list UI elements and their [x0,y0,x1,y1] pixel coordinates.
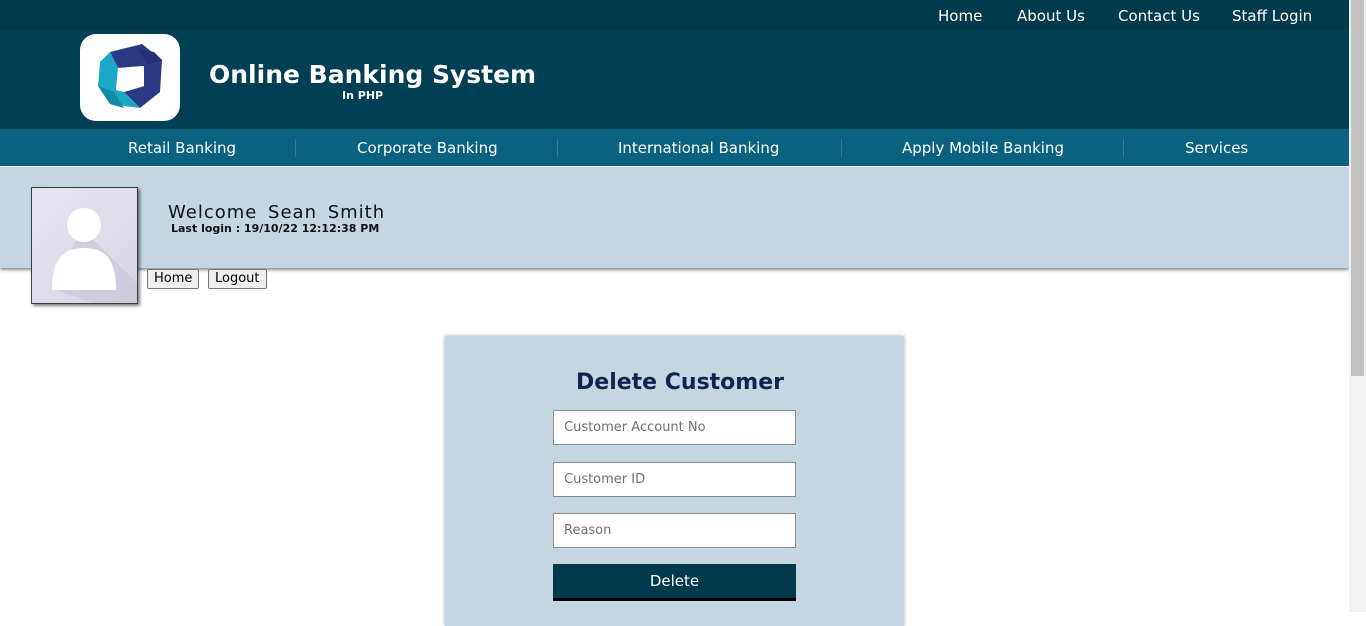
user-avatar-icon [31,187,138,304]
top-nav-about-link[interactable]: About Us [1017,7,1085,25]
site-title: Online Banking System [209,60,537,89]
nav-item-retail-banking[interactable]: Retail Banking [128,139,236,157]
nav-divider [1123,139,1124,157]
customer-account-no-input[interactable] [553,410,796,445]
main-navigation-bar: Retail Banking Corporate Banking Interna… [0,129,1349,166]
delete-button[interactable]: Delete [553,564,796,601]
delete-customer-form: Delete Customer Delete [445,336,904,626]
form-title: Delete Customer [576,370,784,395]
nav-item-services[interactable]: Services [1185,139,1248,157]
top-navigation-bar: Home About Us Contact Us Staff Login [0,0,1349,30]
welcome-message: Welcome Sean Smith [168,202,386,223]
top-nav-contact-link[interactable]: Contact Us [1118,7,1200,25]
logout-button[interactable]: Logout [208,269,267,289]
customer-id-input[interactable] [553,462,796,497]
site-subtitle: In PHP [342,89,384,102]
page-scrollbar[interactable] [1349,0,1366,612]
top-nav-staff-login-link[interactable]: Staff Login [1232,7,1312,25]
nav-item-apply-mobile-banking[interactable]: Apply Mobile Banking [902,139,1064,157]
last-login-text: Last login : 19/10/22 12:12:38 PM [171,222,380,235]
nav-divider [841,139,842,157]
scrollbar-thumb[interactable] [1351,0,1364,376]
nav-divider [295,139,296,157]
reason-input[interactable] [553,513,796,548]
nav-item-international-banking[interactable]: International Banking [618,139,779,157]
site-header: Online Banking System In PHP [0,30,1349,129]
home-button[interactable]: Home [147,269,200,289]
nav-divider [557,139,558,157]
nav-item-corporate-banking[interactable]: Corporate Banking [357,139,498,157]
top-nav-home-link[interactable]: Home [938,7,982,25]
bank-logo-icon [80,34,180,121]
